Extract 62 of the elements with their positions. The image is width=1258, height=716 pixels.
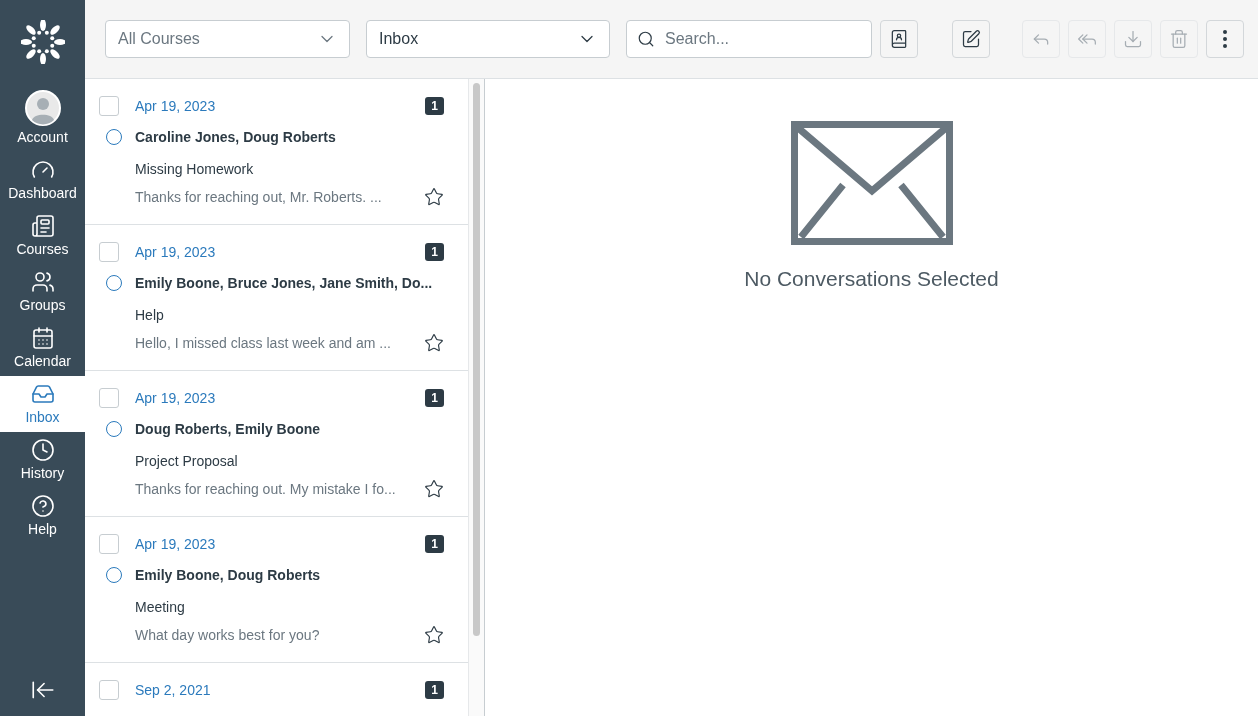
calendar-icon (30, 326, 55, 350)
message-count: 1 (425, 389, 444, 407)
conversation-date: Sep 2, 2021 (135, 682, 212, 698)
message-preview: Hello, I missed class last week and am ... (135, 335, 392, 351)
participants: Caroline Jones, Doug Roberts (135, 129, 337, 145)
conversation-date: Apr 19, 2023 (135, 244, 217, 260)
envelope-icon (790, 121, 953, 245)
trash-icon (1169, 29, 1189, 49)
inbox-icon (30, 382, 55, 406)
compose-button[interactable] (952, 20, 990, 58)
message-preview: What day works best for you? (135, 627, 321, 643)
participants: Emily Boone, Doug Roberts (135, 567, 322, 583)
nav-item[interactable]: Calendar (0, 320, 85, 376)
conversation-subject: Meeting (135, 599, 186, 615)
conversation-item[interactable]: Sep 2, 2021 1 (85, 663, 468, 716)
participants: Doug Roberts, Emily Boone (135, 421, 322, 437)
conversation-subject: Help (135, 307, 165, 323)
address-book-button[interactable] (880, 20, 918, 58)
more-icon (1223, 30, 1227, 48)
checkbox[interactable] (99, 680, 119, 700)
download-icon (1123, 29, 1143, 49)
empty-message: No Conversations Selected (744, 267, 999, 291)
more-button[interactable] (1206, 20, 1244, 58)
clock-icon (30, 438, 55, 462)
nav-item[interactable]: Dashboard (0, 152, 85, 208)
avatar-icon (24, 90, 61, 126)
nav-item[interactable]: Courses (0, 208, 85, 264)
checkbox[interactable] (99, 388, 119, 408)
conversation-date: Apr 19, 2023 (135, 536, 217, 552)
conversation-date: Apr 19, 2023 (135, 98, 217, 114)
conversation-subject: Project Proposal (135, 453, 239, 469)
message-preview: Thanks for reaching out. My mistake I fo... (135, 481, 397, 497)
participants: Emily Boone, Bruce Jones, Jane Smith, Do... (135, 275, 434, 291)
help-icon (30, 494, 55, 518)
compose-icon (961, 29, 981, 49)
checkbox[interactable] (99, 534, 119, 554)
users-icon (30, 270, 55, 294)
message-count: 1 (425, 535, 444, 553)
star-icon[interactable] (424, 333, 444, 353)
conversation-date: Apr 19, 2023 (135, 390, 217, 406)
nav-item[interactable]: History (0, 432, 85, 488)
message-count: 1 (425, 681, 444, 699)
mailbox-select[interactable]: Inbox (366, 20, 610, 58)
star-icon[interactable] (424, 625, 444, 645)
course-select[interactable]: All Courses (105, 20, 350, 58)
address-book-icon (889, 29, 909, 49)
search-field[interactable]: Search... (626, 20, 872, 58)
message-preview: Thanks for reaching out, Mr. Roberts. ... (135, 189, 383, 205)
star-icon[interactable] (424, 479, 444, 499)
nav-item[interactable]: Account (0, 84, 85, 152)
scrollbar[interactable] (468, 79, 484, 716)
checkbox[interactable] (99, 242, 119, 262)
nav-item[interactable]: Inbox (0, 376, 85, 432)
logo-icon (20, 20, 65, 64)
star-icon[interactable] (424, 187, 444, 207)
search-icon (637, 30, 655, 48)
nav-item[interactable]: Groups (0, 264, 85, 320)
conversation-subject: Missing Homework (135, 161, 255, 177)
message-count: 1 (425, 243, 444, 261)
message-count: 1 (425, 97, 444, 115)
checkbox[interactable] (99, 96, 119, 116)
nav-item[interactable]: Help (0, 488, 85, 544)
